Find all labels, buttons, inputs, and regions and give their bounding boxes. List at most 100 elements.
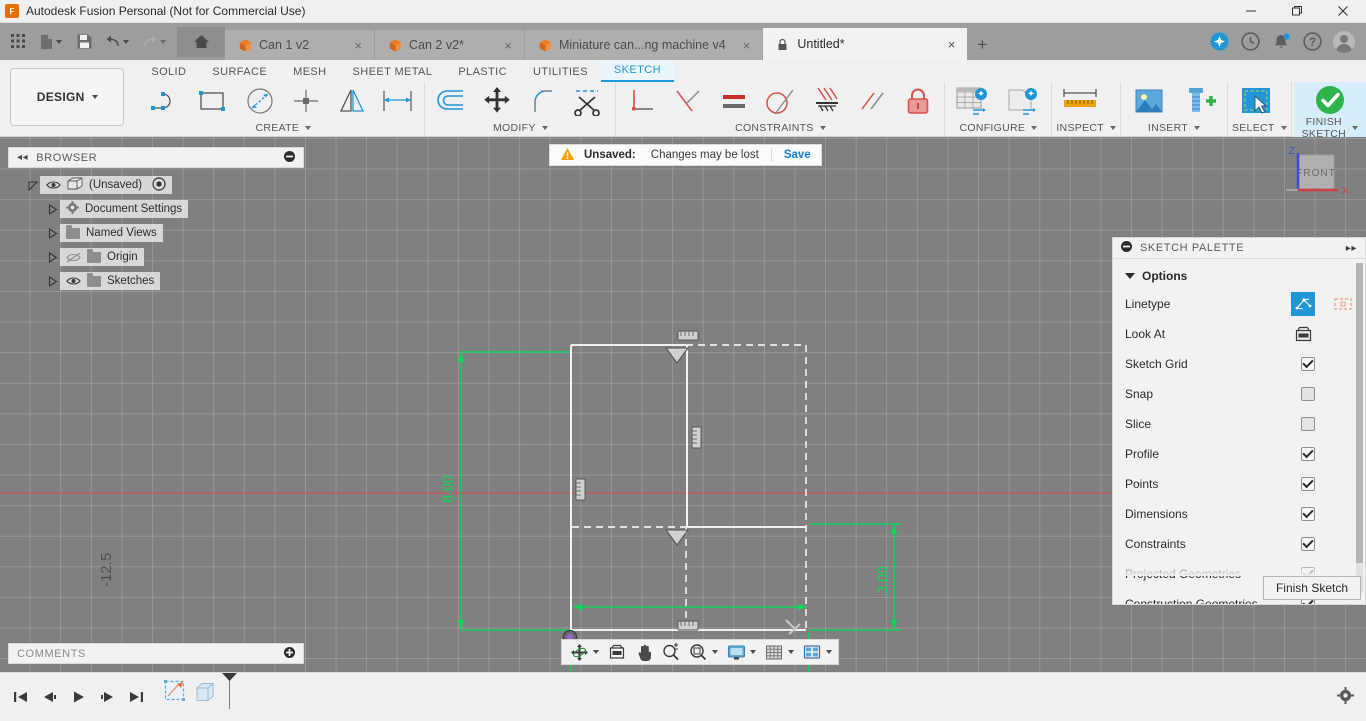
modeling-canvas[interactable]: 8.00 3.00 6.40 -12.5 ◂◂ BROWSER [0,137,1366,721]
extensions-icon[interactable] [1209,32,1229,52]
tab-surface[interactable]: SURFACE [199,62,280,82]
collinear-icon[interactable] [850,82,894,120]
collapse-left-icon[interactable]: ◂◂ [17,152,28,163]
configuration-table-icon[interactable] [949,82,997,120]
target-circle-icon[interactable] [152,176,166,194]
document-tab[interactable]: Can 2 v2* × [375,30,525,60]
select-window-icon[interactable] [1232,82,1280,120]
zoom-window-icon[interactable] [658,641,684,663]
tab-plastic[interactable]: PLASTIC [445,62,520,82]
minus-circle-icon[interactable] [1121,241,1132,255]
panel-label-modify[interactable]: MODIFY [429,120,611,135]
step-back-icon[interactable] [39,687,59,707]
sketch-palette-header[interactable]: SKETCH PALETTE ▸▸ [1113,238,1365,259]
measure-ruler-icon[interactable] [1056,82,1104,120]
rectangle-icon[interactable] [192,82,236,120]
offset-icon[interactable] [429,82,473,120]
browser-item-unsaved[interactable]: (Unsaved) [8,176,304,194]
document-tab[interactable]: Can 1 v2 × [225,30,375,60]
finish-sketch-button[interactable]: Finish Sketch [1262,576,1361,600]
timeline-settings[interactable] [1337,687,1366,707]
panel-finish-sketch[interactable]: FINISH SKETCH [1293,82,1366,140]
eye-hidden-icon[interactable] [66,251,81,263]
tab-sketch[interactable]: SKETCH [600,60,674,82]
options-section-header[interactable]: Options [1113,264,1365,289]
tab-close-icon[interactable]: × [938,37,956,52]
minus-circle-icon[interactable] [284,150,295,165]
fit-magnifier-icon[interactable] [685,641,711,663]
expand-right-icon[interactable]: ▸▸ [1346,243,1357,254]
trim-scissors-icon[interactable] [567,82,611,120]
job-status-clock-icon[interactable] [1240,32,1260,52]
home-icon[interactable] [177,26,225,57]
document-tab-active[interactable]: Untitled* × [763,28,969,60]
tab-solid[interactable]: SOLID [138,62,199,82]
minimize-icon[interactable] [1228,0,1274,23]
display-settings-icon[interactable] [723,641,749,663]
points-checkbox[interactable] [1301,477,1315,491]
expand-arrow-icon[interactable] [26,178,40,192]
look-at-button[interactable] [1291,324,1315,344]
eye-visible-icon[interactable] [66,275,81,287]
browser-item-sketches[interactable]: Sketches [8,272,304,290]
circle-icon[interactable] [238,82,282,120]
linetype-construction-button[interactable] [1333,295,1353,313]
grid-snaps-icon[interactable] [761,641,787,663]
mirror-icon[interactable] [330,82,374,120]
browser-item-named-views[interactable]: Named Views [8,224,304,242]
redo-icon[interactable] [136,27,172,57]
tab-mesh[interactable]: MESH [280,62,339,82]
tab-sheet-metal[interactable]: SHEET METAL [340,62,446,82]
panel-label-select[interactable]: SELECT [1232,120,1287,135]
point-icon[interactable] [284,82,328,120]
fillet-icon[interactable] [521,82,565,120]
new-tab-button[interactable]: + [968,30,996,60]
height-dimension-label[interactable]: 8.00 [439,475,455,502]
maximize-icon[interactable] [1274,0,1320,23]
document-tab[interactable]: Miniature can...ng machine v4 × [525,30,764,60]
design-workspace-button[interactable]: DESIGN [10,68,125,126]
panel-label-constraints[interactable]: CONSTRAINTS [620,120,940,135]
eye-visible-icon[interactable] [46,179,61,191]
comments-panel[interactable]: COMMENTS [8,643,304,664]
viewports-icon[interactable] [799,641,825,663]
sketch-feature-icon[interactable] [163,679,189,708]
finish-sketch-check-icon[interactable] [1306,82,1354,120]
look-at-icon[interactable] [604,641,630,663]
constraints-checkbox[interactable] [1301,537,1315,551]
app-grid-icon[interactable] [4,27,32,57]
save-icon[interactable] [70,27,98,57]
expand-arrow-icon[interactable] [46,274,60,288]
parallel-icon[interactable] [712,82,756,120]
panel-label-inspect[interactable]: INSPECT [1056,120,1116,135]
pan-hand-icon[interactable] [631,641,657,663]
palette-scrollbar[interactable] [1356,263,1363,593]
dimensions-checkbox[interactable] [1301,507,1315,521]
help-question-icon[interactable]: ? [1302,32,1322,52]
expand-arrow-icon[interactable] [46,250,60,264]
plus-circle-icon[interactable] [284,646,295,661]
play-icon[interactable] [68,687,88,707]
dimension-icon[interactable] [376,82,420,120]
browser-header[interactable]: ◂◂ BROWSER [8,147,304,168]
fix-lock-icon[interactable] [896,82,940,120]
new-document-icon[interactable] [33,27,69,57]
right-height-dimension-label[interactable]: 3.00 [874,566,890,593]
tab-utilities[interactable]: UTILITIES [520,62,601,82]
step-forward-icon[interactable] [97,687,117,707]
tab-close-icon[interactable]: × [494,38,512,53]
snap-checkbox[interactable] [1301,387,1315,401]
midpoint-icon[interactable] [804,82,848,120]
sketch-grid-checkbox[interactable] [1301,357,1315,371]
panel-label-insert[interactable]: INSERT [1125,120,1223,135]
panel-label-create[interactable]: CREATE [146,120,420,135]
close-icon[interactable] [1320,0,1366,23]
insert-image-icon[interactable] [1125,82,1173,120]
move-copy-icon[interactable] [475,82,519,120]
linetype-normal-button[interactable] [1291,292,1315,316]
tangent-icon[interactable] [758,82,802,120]
perpendicular-icon[interactable] [620,82,664,120]
expand-arrow-icon[interactable] [46,202,60,216]
coincident-icon[interactable] [666,82,710,120]
tab-close-icon[interactable]: × [733,38,751,53]
